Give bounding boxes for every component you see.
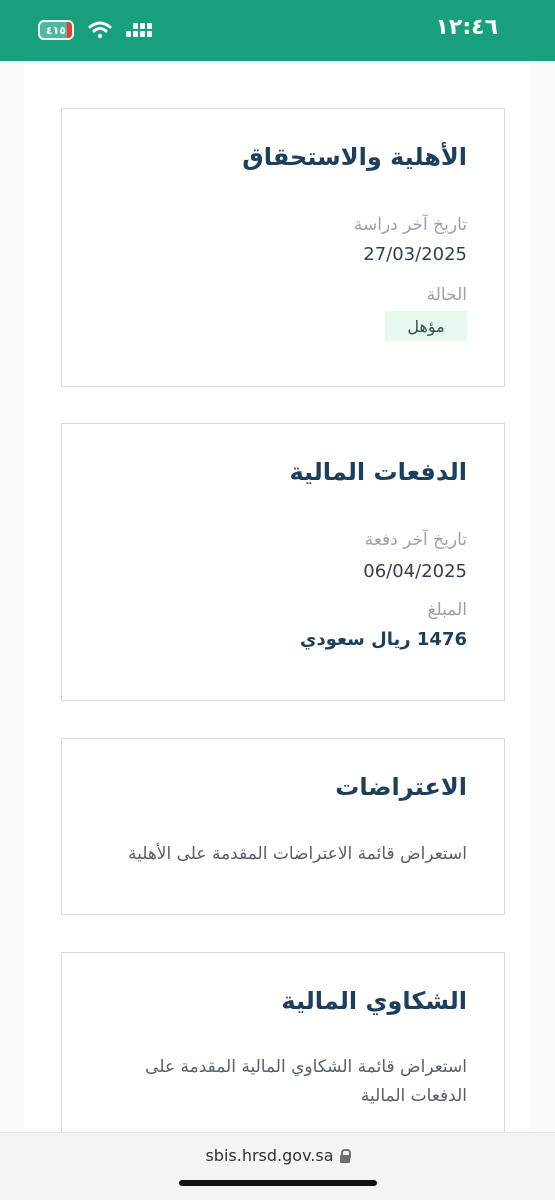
system-icons: ٤١٥ [38, 20, 152, 40]
objections-title: الاعتراضات [335, 773, 467, 801]
complaints-description: استعراض قائمة الشكاوي المالية المقدمة عل… [145, 1057, 467, 1106]
battery-text: ٤١٥ [45, 23, 67, 37]
amount-label: المبلغ [427, 600, 467, 620]
eligibility-card[interactable]: الأهلية والاستحقاق تاريخ آخر دراسة 27/03… [61, 108, 505, 387]
complaints-card[interactable]: الشكاوي المالية استعراض قائمة الشكاوي ال… [61, 952, 505, 1147]
battery-icon: ٤١٥ [38, 20, 74, 40]
objections-card[interactable]: الاعتراضات استعراض قائمة الاعتراضات المق… [61, 738, 505, 915]
status-badge: مؤهل [385, 311, 467, 341]
complaints-title: الشكاوي المالية [281, 987, 467, 1015]
status-label: الحالة [426, 285, 467, 305]
last-payment-date: 06/04/2025 [363, 561, 467, 582]
payments-title: الدفعات المالية [289, 458, 467, 486]
objections-description: استعراض قائمة الاعتراضات المقدمة على الأ… [127, 844, 467, 864]
last-payment-label: تاريخ آخر دفعة [364, 530, 467, 550]
last-study-label: تاريخ آخر دراسة [353, 215, 467, 235]
browser-bottom-bar: sbis.hrsd.gov.sa [0, 1132, 555, 1200]
eligibility-title: الأهلية والاستحقاق [242, 143, 467, 171]
clock: ١٢:٤٦ [435, 15, 498, 40]
home-indicator[interactable] [179, 1180, 377, 1186]
lock-icon [339, 1148, 351, 1163]
amount-value: 1476 ريال سعودي [299, 629, 467, 650]
status-bar: ٤١٥ ١٢:٤٦ [0, 0, 555, 61]
url-text[interactable]: sbis.hrsd.gov.sa [205, 1146, 333, 1165]
page-content: الأهلية والاستحقاق تاريخ آخر دراسة 27/03… [24, 61, 531, 1147]
address-bar[interactable]: sbis.hrsd.gov.sa [0, 1146, 555, 1165]
wifi-icon [88, 21, 112, 39]
signal-icon [126, 23, 152, 37]
last-study-date: 27/03/2025 [363, 244, 467, 265]
payments-card[interactable]: الدفعات المالية تاريخ آخر دفعة 06/04/202… [61, 423, 505, 701]
